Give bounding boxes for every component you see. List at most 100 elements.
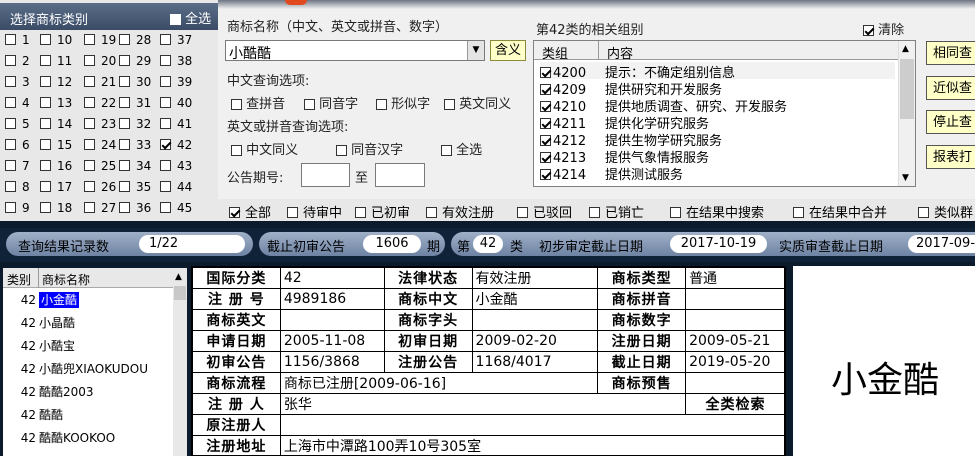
list-item[interactable]: 42 酷酷 — [3, 406, 171, 429]
filter-1[interactable]: 待审中 — [287, 202, 342, 221]
category-checkbox-16[interactable]: 16 — [40, 159, 72, 173]
list-item[interactable]: 42 小酷兜XIAOKUDOU — [3, 360, 171, 383]
cn-option-pinyin[interactable]: 查拼音 — [231, 93, 285, 112]
group-row[interactable]: 4210 提供地质调查、研究、开发服务 — [540, 96, 895, 115]
group-row[interactable]: 4213 提供气象情报服务 — [540, 147, 895, 166]
checkbox-icon[interactable] — [540, 135, 551, 146]
group-row[interactable]: 4212 提供生物学研究服务 — [540, 130, 895, 149]
checkbox-icon[interactable] — [540, 118, 551, 129]
category-checkbox-14[interactable]: 14 — [40, 117, 72, 131]
select-all-checkbox[interactable]: 全选 — [170, 8, 211, 27]
category-checkbox-9[interactable]: 9 — [5, 201, 30, 215]
category-checkbox-22[interactable]: 22 — [84, 96, 116, 110]
category-checkbox-18[interactable]: 18 — [40, 201, 72, 215]
filter-6[interactable]: 在结果中搜索 — [670, 202, 764, 221]
en-option-all[interactable]: 全选 — [441, 139, 482, 158]
category-checkbox-13[interactable]: 13 — [40, 96, 72, 110]
category-checkbox-35[interactable]: 35 — [119, 180, 151, 194]
category-checkbox-21[interactable]: 21 — [84, 75, 116, 89]
filter-7[interactable]: 在结果中合并 — [793, 202, 887, 221]
cn-option-english[interactable]: 英文同义 — [444, 93, 511, 112]
category-checkbox-29[interactable]: 29 — [119, 54, 151, 68]
group-row[interactable]: 4211 提供化学研究服务 — [540, 113, 895, 132]
list-item[interactable]: 42 小酷宝 — [3, 337, 171, 360]
all-class-search-button[interactable]: 全类检索 — [685, 393, 786, 415]
filter-8[interactable]: 类似群 — [918, 202, 973, 221]
checkbox-icon[interactable] — [540, 169, 551, 180]
category-checkbox-30[interactable]: 30 — [119, 75, 151, 89]
checkbox-icon[interactable] — [540, 152, 551, 163]
period-to-input[interactable] — [375, 163, 425, 187]
category-checkbox-17[interactable]: 17 — [40, 180, 72, 194]
list-item[interactable]: 42 酷酷KOOKOO — [3, 429, 171, 452]
cn-option-shape[interactable]: 形似字 — [376, 93, 430, 112]
category-checkbox-27[interactable]: 27 — [84, 201, 116, 215]
category-checkbox-12[interactable]: 12 — [40, 75, 72, 89]
category-checkbox-3[interactable]: 3 — [5, 75, 30, 89]
chevron-up-icon[interactable]: ▲ — [902, 44, 909, 54]
filter-3[interactable]: 有效注册 — [426, 202, 494, 221]
checkbox-icon[interactable] — [540, 67, 551, 78]
category-checkbox-20[interactable]: 20 — [84, 54, 116, 68]
category-checkbox-10[interactable]: 10 — [40, 33, 72, 47]
category-checkbox-43[interactable]: 43 — [160, 159, 192, 173]
checkbox-icon[interactable] — [540, 101, 551, 112]
category-checkbox-44[interactable]: 44 — [160, 180, 192, 194]
cn-option-homophone[interactable]: 同音字 — [304, 93, 358, 112]
filter-0[interactable]: 全部 — [229, 202, 271, 221]
category-checkbox-37[interactable]: 37 — [160, 33, 192, 47]
category-checkbox-15[interactable]: 15 — [40, 138, 72, 152]
category-checkbox-31[interactable]: 31 — [119, 96, 151, 110]
contain-button[interactable]: 含义 — [490, 40, 526, 61]
period-from-input[interactable] — [301, 163, 350, 187]
group-row[interactable]: 4209 提供研究和开发服务 — [540, 79, 895, 98]
category-checkbox-33[interactable]: 33 — [119, 138, 151, 152]
report-print-button[interactable]: 报表打 — [926, 145, 975, 169]
list-item[interactable]: 42 小晶酷 — [3, 314, 171, 337]
filter-4[interactable]: 已驳回 — [517, 202, 572, 221]
category-checkbox-42[interactable]: 42 — [160, 138, 192, 152]
category-checkbox-36[interactable]: 36 — [119, 201, 151, 215]
category-checkbox-24[interactable]: 24 — [84, 138, 116, 152]
category-checkbox-25[interactable]: 25 — [84, 159, 116, 173]
filter-5[interactable]: 已销亡 — [589, 202, 644, 221]
category-checkbox-8[interactable]: 8 — [5, 180, 30, 194]
category-checkbox-38[interactable]: 38 — [160, 54, 192, 68]
category-checkbox-26[interactable]: 26 — [84, 180, 116, 194]
filter-2[interactable]: 已初审 — [355, 202, 410, 221]
category-checkbox-1[interactable]: 1 — [5, 33, 30, 47]
chevron-up-icon[interactable]: ▲ — [175, 272, 182, 282]
category-checkbox-5[interactable]: 5 — [5, 117, 30, 131]
category-checkbox-6[interactable]: 6 — [5, 138, 30, 152]
group-row[interactable]: 4200 提示：不确定组别信息 — [540, 62, 895, 81]
group-scrollbar[interactable]: ▲ ▼ — [898, 41, 915, 186]
name-combobox[interactable]: 小酷酷 ▼ — [225, 40, 485, 62]
list-item[interactable]: 42 小金酷 — [3, 291, 171, 314]
checkbox-icon[interactable] — [540, 84, 551, 95]
category-checkbox-19[interactable]: 19 — [84, 33, 116, 47]
category-checkbox-39[interactable]: 39 — [160, 75, 192, 89]
category-checkbox-23[interactable]: 23 — [84, 117, 116, 131]
category-checkbox-34[interactable]: 34 — [119, 159, 151, 173]
category-checkbox-4[interactable]: 4 — [5, 96, 30, 110]
stop-search-button[interactable]: 停止查 — [926, 110, 975, 134]
chevron-down-icon[interactable]: ▼ — [902, 173, 909, 183]
same-search-button[interactable]: 相同查 — [926, 41, 975, 65]
category-checkbox-2[interactable]: 2 — [5, 54, 30, 68]
result-scrollbar[interactable]: ▲ — [173, 268, 187, 456]
chevron-down-icon[interactable]: ▼ — [467, 41, 484, 60]
category-checkbox-7[interactable]: 7 — [5, 159, 30, 173]
category-checkbox-28[interactable]: 28 — [119, 33, 151, 47]
clear-checkbox[interactable]: 清除 — [863, 19, 904, 38]
category-checkbox-11[interactable]: 11 — [40, 54, 72, 68]
en-option-chinese[interactable]: 中文同义 — [231, 139, 298, 158]
group-row[interactable]: 4214 提供测试服务 — [540, 164, 895, 183]
category-checkbox-40[interactable]: 40 — [160, 96, 192, 110]
category-checkbox-45[interactable]: 45 — [160, 201, 192, 215]
scroll-thumb[interactable] — [900, 59, 914, 119]
en-option-homophone[interactable]: 同音汉字 — [336, 139, 403, 158]
similar-search-button[interactable]: 近似查 — [926, 76, 975, 100]
list-item[interactable]: 42 酷酷2003 — [3, 383, 171, 406]
category-checkbox-41[interactable]: 41 — [160, 117, 192, 131]
scroll-thumb[interactable] — [174, 286, 186, 300]
